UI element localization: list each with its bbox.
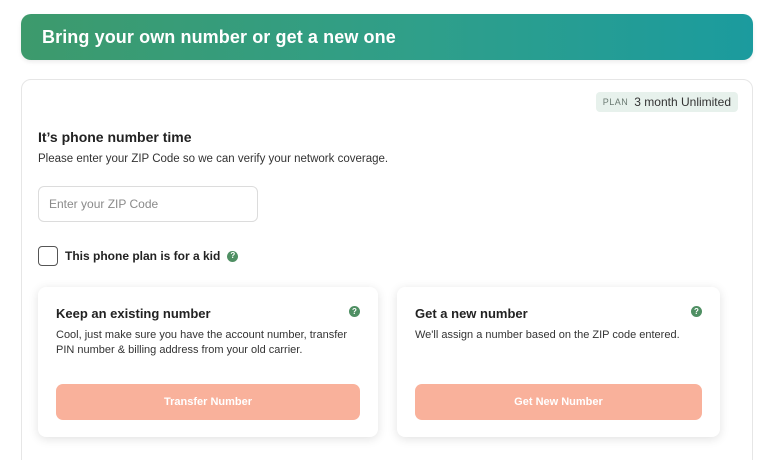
plan-badge-value: 3 month Unlimited: [634, 95, 731, 109]
kid-plan-label: This phone plan is for a kid: [65, 249, 221, 263]
get-new-number-title: Get a new number: [415, 306, 528, 321]
get-new-number-help-icon[interactable]: ?: [691, 306, 702, 317]
keep-existing-number-description: Cool, just make sure you have the accoun…: [56, 329, 348, 356]
get-new-number-description: We'll assign a number based on the ZIP c…: [415, 329, 680, 341]
phone-number-panel: PLAN 3 month Unlimited It’s phone number…: [21, 79, 753, 460]
get-new-number-card: Get a new number ? We'll assign a number…: [397, 287, 720, 437]
section-subtitle: Please enter your ZIP Code so we can ver…: [38, 153, 389, 165]
keep-existing-number-title: Keep an existing number: [56, 306, 211, 321]
kid-plan-row: This phone plan is for a kid ?: [38, 246, 239, 266]
keep-existing-number-help-icon[interactable]: ?: [349, 306, 360, 317]
header-banner: Bring your own number or get a new one: [21, 14, 753, 60]
keep-existing-number-card: Keep an existing number ? Cool, just mak…: [38, 287, 378, 437]
kid-plan-help-icon[interactable]: ?: [227, 250, 239, 262]
banner-title: Bring your own number or get a new one: [42, 26, 396, 47]
plan-badge-label: PLAN: [602, 97, 629, 107]
get-new-number-button[interactable]: Get New Number: [415, 384, 702, 420]
section-title: It’s phone number time: [38, 129, 192, 145]
page: Bring your own number or get a new one P…: [0, 0, 767, 460]
plan-badge: PLAN 3 month Unlimited: [595, 92, 738, 112]
zip-code-input[interactable]: [38, 186, 258, 222]
kid-plan-checkbox[interactable]: [38, 246, 58, 266]
transfer-number-button[interactable]: Transfer Number: [56, 384, 360, 420]
